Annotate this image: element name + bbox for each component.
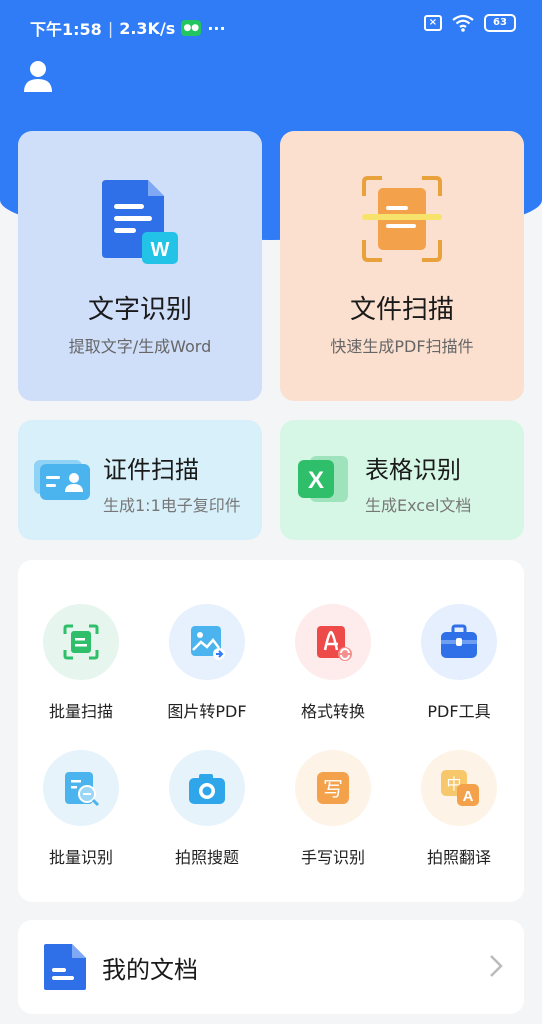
handwriting-icon: 写 (295, 750, 371, 826)
more-dots: ··· (207, 18, 226, 38)
tool-label: 手写识别 (300, 848, 365, 867)
chevron-right-icon (490, 955, 503, 977)
id-scan-card[interactable]: 证件扫描 生成1:1电子复印件 (18, 420, 262, 540)
my-documents-label: 我的文档 (102, 956, 198, 984)
batch-recognize-icon (43, 750, 119, 826)
tool-photo-search[interactable]: 拍照搜题 (144, 706, 270, 867)
document-scan-icon (362, 176, 442, 262)
document-icon (44, 944, 86, 990)
tool-photo-translate[interactable]: 中 A 拍照翻译 (396, 706, 522, 867)
id-scan-subtitle: 生成1:1电子复印件 (103, 496, 241, 515)
photo-translate-icon: 中 A (421, 750, 497, 826)
id-card-icon (34, 460, 90, 500)
tool-batch-scan[interactable]: 批量扫描 (18, 560, 144, 721)
document-scan-card[interactable]: 文件扫描 快速生成PDF扫描件 (280, 131, 524, 401)
tool-batch-recognize[interactable]: 批量识别 (18, 706, 144, 867)
status-right: × 63 (424, 14, 516, 32)
tools-panel: 批量扫描 图片转PDF 格式转换 PDF工具 批量识别 拍照搜题 写 手写识别 … (18, 560, 524, 902)
table-recognition-card[interactable]: X 表格识别 生成Excel文档 (280, 420, 524, 540)
text-recognition-card[interactable]: W 文字识别 提取文字/生成Word (18, 131, 262, 401)
document-scan-title: 文件扫描 (349, 295, 454, 325)
word-document-icon: W (102, 180, 178, 264)
excel-badge-letter: X (308, 467, 324, 494)
status-left: 下午1:58 | 2.3K/s ●● ··· (30, 16, 226, 40)
text-recognition-subtitle: 提取文字/生成Word (68, 337, 212, 356)
image-to-pdf-icon (169, 604, 245, 680)
table-recognition-subtitle: 生成Excel文档 (365, 496, 472, 515)
tool-pdf-tools[interactable]: PDF工具 (396, 560, 522, 721)
my-documents-row[interactable]: 我的文档 (18, 920, 524, 1014)
document-scan-subtitle: 快速生成PDF扫描件 (330, 337, 474, 356)
word-badge-letter: W (151, 239, 170, 261)
excel-icon: X (298, 456, 348, 502)
batch-scan-icon (43, 604, 119, 680)
status-time: 下午1:58 (30, 20, 102, 39)
id-scan-title: 证件扫描 (103, 456, 199, 484)
tool-label: 拍照翻译 (426, 848, 491, 867)
wechat-icon: ●● (181, 20, 202, 36)
photo-search-icon (169, 750, 245, 826)
tool-handwriting[interactable]: 写 手写识别 (270, 706, 396, 867)
no-sim-icon: × (424, 15, 442, 31)
text-recognition-title: 文字识别 (87, 295, 192, 325)
tool-label: 拍照搜题 (174, 848, 239, 867)
tool-label: 批量识别 (48, 848, 113, 867)
profile-icon[interactable] (22, 58, 54, 94)
pdf-tools-icon (421, 604, 497, 680)
tool-format-convert[interactable]: 格式转换 (270, 560, 396, 721)
status-bar: 下午1:58 | 2.3K/s ●● ··· × 63 (0, 0, 542, 50)
tool-image-to-pdf[interactable]: 图片转PDF (144, 560, 270, 721)
translate-glyph-target: A (463, 788, 474, 805)
format-convert-icon (295, 604, 371, 680)
status-speed: 2.3K/s (119, 18, 176, 38)
status-separator: | (107, 18, 114, 38)
battery-icon: 63 (484, 14, 516, 32)
table-recognition-title: 表格识别 (365, 456, 461, 484)
handwriting-glyph: 写 (323, 777, 343, 801)
wifi-icon (452, 14, 474, 32)
